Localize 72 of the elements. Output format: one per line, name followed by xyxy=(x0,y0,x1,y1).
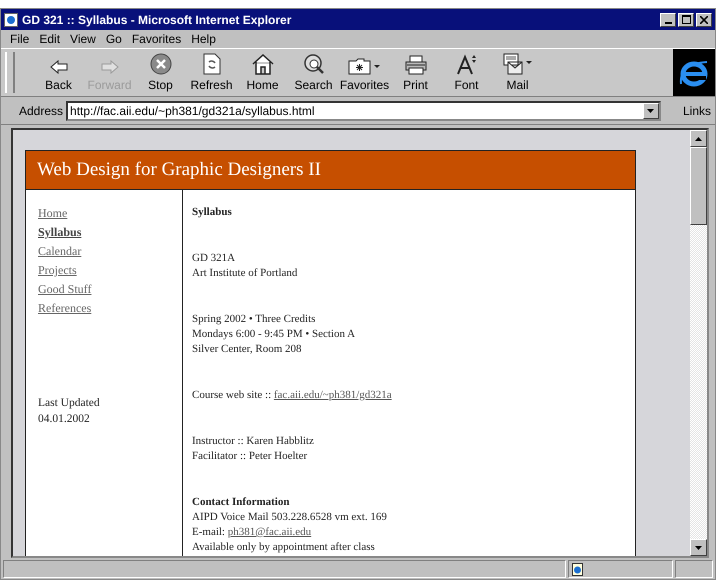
toolbar-button[interactable]: Mail xyxy=(492,49,543,96)
close-icon xyxy=(700,16,708,24)
toolbar-button[interactable]: Back xyxy=(33,49,84,96)
menu-item[interactable]: View xyxy=(65,32,101,46)
address-label: Address xyxy=(19,104,64,118)
search-icon xyxy=(302,53,324,75)
toolbar-button[interactable]: Favorites xyxy=(339,49,390,96)
menu-item[interactable]: Go xyxy=(100,32,127,46)
toolbar-button[interactable]: Font xyxy=(441,49,492,96)
nav-link[interactable]: Syllabus xyxy=(38,223,82,242)
caret-down-icon xyxy=(695,546,702,550)
caret-up-icon xyxy=(695,136,702,140)
window-title: GD 321 :: Syllabus - Microsoft Internet Explorer xyxy=(22,12,292,26)
minimize-button[interactable] xyxy=(660,12,676,26)
toolbar-button[interactable]: Search xyxy=(288,49,339,96)
font-size-icon xyxy=(456,53,478,75)
toolbar-button[interactable]: Stop xyxy=(135,49,186,96)
body-text: Art Institute of Portland xyxy=(192,266,298,281)
back-arrow-icon xyxy=(48,59,68,75)
nav-link[interactable]: Calendar xyxy=(38,242,82,261)
body-text: Course web site :: fac.aii.edu/~ph381/gd321a xyxy=(192,388,392,403)
body-text: Mondays 6:00 - 9:45 PM • Section A xyxy=(192,327,356,342)
resize-grip[interactable] xyxy=(675,560,713,578)
menu-item[interactable]: File xyxy=(5,32,34,46)
page-banner: Web Design for Graphic Designers II xyxy=(26,151,635,190)
text-link[interactable]: ph381@fac.aii.edu xyxy=(228,526,312,538)
text-link[interactable]: fac.aii.edu/~ph381/gd321a xyxy=(274,389,392,401)
body-text: Silver Center, Room 208 xyxy=(192,342,302,357)
body-text: Instructor :: Karen Habblitz xyxy=(192,434,314,449)
browser-page-icon xyxy=(4,12,18,26)
nav-link[interactable]: References xyxy=(38,299,92,318)
body-text: Facilitator :: Peter Hoelter xyxy=(192,449,308,464)
browser-logo-icon xyxy=(673,49,715,96)
links-button[interactable]: Links xyxy=(678,104,715,118)
body-text: Available only by appointment after class xyxy=(192,540,375,555)
zone-icon xyxy=(572,562,583,576)
scroll-up-button[interactable] xyxy=(690,130,707,147)
refresh-page-icon xyxy=(202,53,220,75)
section-heading: Contact Information xyxy=(192,495,290,510)
scroll-thumb[interactable] xyxy=(690,147,707,225)
folder-star-icon xyxy=(348,57,382,75)
menu-item[interactable]: Help xyxy=(186,32,221,46)
nav-link[interactable]: Good Stuff xyxy=(38,280,92,299)
menu-item[interactable]: Edit xyxy=(34,32,66,46)
section-heading: Syllabus xyxy=(192,205,232,220)
stop-icon xyxy=(150,53,172,75)
envelope-document-icon xyxy=(502,53,534,75)
body-text: GD 321A xyxy=(192,251,236,266)
nav-link[interactable]: Home xyxy=(38,204,68,223)
maximize-button[interactable] xyxy=(678,12,694,26)
minimize-icon xyxy=(664,22,672,24)
body-text: AIPD Voice Mail 503.228.6528 vm ext. 169 xyxy=(192,510,387,525)
toolbar-button[interactable]: Refresh xyxy=(186,49,237,96)
toolbar-button[interactable]: Home xyxy=(237,49,288,96)
maximize-icon xyxy=(682,15,690,24)
updated-text: 04.01.2002 xyxy=(38,412,91,427)
body-text: Spring 2002 • Three Credits xyxy=(192,312,316,327)
dropdown-button[interactable] xyxy=(642,102,659,118)
scrollbar[interactable] xyxy=(690,130,707,556)
home-icon xyxy=(250,53,274,75)
body-text: E-mail: ph381@fac.aii.edu xyxy=(192,525,312,540)
printer-icon xyxy=(404,55,428,75)
scroll-down-button[interactable] xyxy=(690,539,707,556)
nav-link[interactable]: Projects xyxy=(38,261,77,280)
toolbar-grip[interactable] xyxy=(5,52,15,93)
toolbar-button[interactable]: Print xyxy=(390,49,441,96)
forward-arrow-icon xyxy=(100,59,120,75)
address-field[interactable]: http://fac.aii.edu/~ph381/gd321a/syllabus.html xyxy=(66,100,661,120)
menu-item[interactable]: Favorites xyxy=(126,32,186,46)
close-button[interactable] xyxy=(696,12,712,26)
caret-down-icon xyxy=(647,108,654,112)
updated-text: Last Updated xyxy=(38,396,101,411)
